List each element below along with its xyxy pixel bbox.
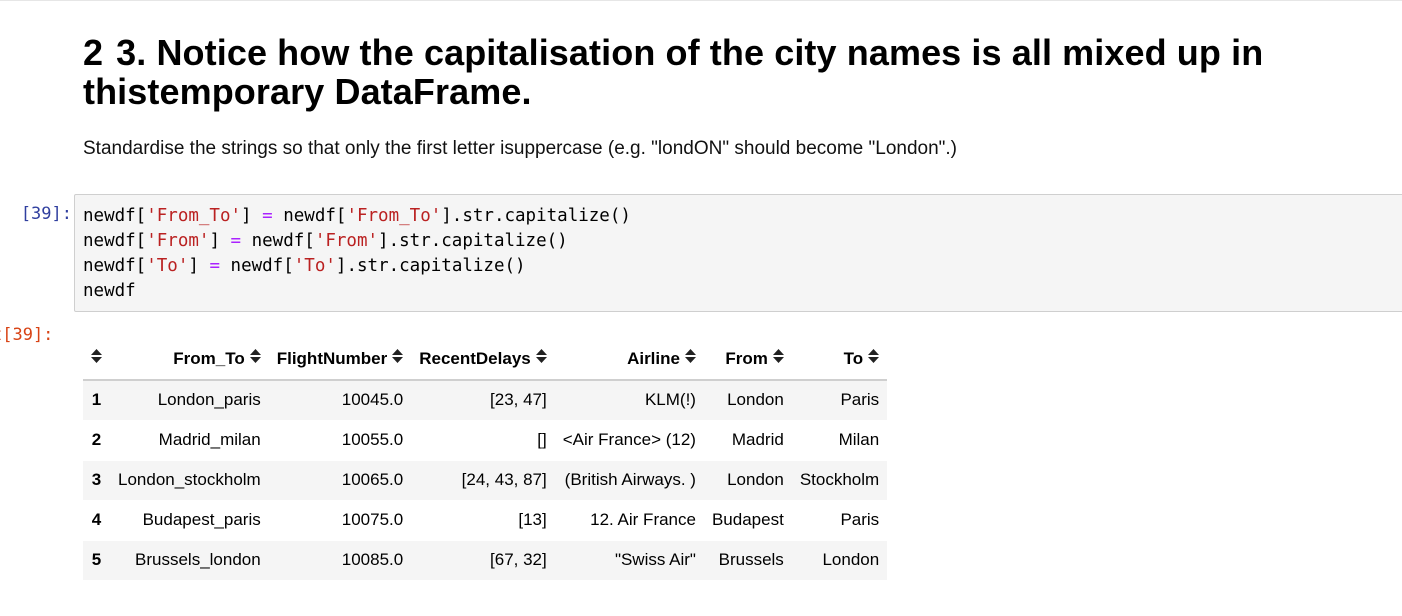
- markdown-paragraph: Standardise the strings so that only the…: [83, 138, 958, 159]
- column-header-from-to[interactable]: From_To: [110, 338, 269, 381]
- code-line: newdf: [83, 279, 631, 304]
- code-token: ].str.capitalize(): [378, 231, 568, 251]
- column-header-label: From_To: [173, 348, 245, 368]
- table-cell: []: [411, 420, 555, 461]
- table-cell: 10065.0: [268, 460, 412, 501]
- code-token: 'From_To': [346, 206, 442, 226]
- code-area[interactable]: newdf['From_To'] = newdf['From_To'].str.…: [83, 204, 631, 304]
- code-token: newdf[: [241, 231, 315, 251]
- row-index: 1: [83, 380, 110, 421]
- code-token: 'To': [146, 256, 189, 276]
- table-cell: London: [703, 460, 792, 501]
- column-header-airline[interactable]: Airline: [554, 338, 704, 381]
- code-token: newdf[: [272, 206, 347, 226]
- sort-updown-icon[interactable]: [392, 348, 404, 366]
- row-index: 4: [83, 500, 110, 541]
- column-header-label: To: [843, 348, 864, 368]
- table-cell: London: [791, 540, 888, 581]
- table-cell: [23, 47]: [411, 380, 555, 421]
- table-cell: 10045.0: [268, 380, 412, 421]
- table-cell: <Air France> (12): [554, 420, 704, 461]
- code-token: newdf: [83, 281, 136, 301]
- table-cell: Madrid: [703, 420, 792, 461]
- table-cell: Madrid_milan: [110, 420, 269, 461]
- code-token: ].str.capitalize(): [441, 206, 631, 226]
- code-token: 'From': [314, 231, 379, 251]
- sort-updown-icon[interactable]: [684, 348, 696, 366]
- table-row: 4 Budapest_paris 10075.0 [13] 12. Air France…: [83, 500, 888, 541]
- table-row: 2 Madrid_milan 10055.0[] <Air France> (12) M…: [83, 420, 888, 461]
- input-prompt: [39]:: [20, 204, 72, 224]
- heading-text: 3. Notice how the capitalisation of the …: [83, 32, 1264, 112]
- table-cell: Milan: [791, 420, 888, 461]
- table-row: 1 London_paris 10045.0 [23, 47] KLM(!) London…: [83, 380, 888, 421]
- column-header-recentdelays[interactable]: RecentDelays: [411, 338, 555, 381]
- code-line: newdf['From'] = newdf['From'].str.capita…: [83, 229, 631, 254]
- code-token: newdf[: [83, 256, 147, 276]
- code-token: =: [209, 256, 220, 276]
- table-cell: [24, 43, 87]: [411, 460, 555, 501]
- sort-updown-icon[interactable]: [868, 348, 880, 366]
- row-index: 2: [83, 420, 110, 461]
- markdown-heading: 2 3. Notice how the capitalisation of the…: [83, 33, 1383, 111]
- table-cell: Brussels: [703, 540, 792, 581]
- column-header-label: From: [725, 348, 768, 368]
- code-token: ]: [209, 231, 231, 251]
- code-token: ]: [241, 206, 263, 226]
- table-cell: "Swiss Air": [554, 540, 704, 581]
- table-cell: 10075.0: [268, 500, 412, 541]
- code-token: newdf[: [83, 231, 147, 251]
- sort-updown-icon[interactable]: [772, 348, 784, 366]
- table-header-row: From_To FlightNumber RecentDelays Airline Fr…: [83, 338, 888, 381]
- table-cell: Budapest: [703, 500, 792, 541]
- table-body: 1 London_paris 10045.0 [23, 47] KLM(!) London…: [83, 380, 888, 581]
- sort-updown-icon[interactable]: [535, 348, 547, 366]
- code-token: ]: [188, 256, 210, 276]
- table-cell: [67, 32]: [411, 540, 555, 581]
- table-cell: 12. Air France: [554, 500, 704, 541]
- table-cell: Paris: [791, 500, 888, 541]
- column-header-label: FlightNumber: [276, 348, 388, 368]
- column-header-flightnumber[interactable]: FlightNumber: [268, 338, 412, 381]
- index-header[interactable]: [83, 338, 110, 381]
- top-divider: [0, 0, 1402, 1]
- row-index: 5: [83, 540, 110, 581]
- table-cell: [13]: [411, 500, 555, 541]
- table-cell: Stockholm: [791, 460, 888, 501]
- sort-updown-icon[interactable]: [91, 348, 102, 366]
- heading-number: 2: [83, 32, 104, 73]
- table-cell: London_stockholm: [110, 460, 269, 501]
- table-cell: Budapest_paris: [110, 500, 269, 541]
- code-token: newdf[: [220, 256, 294, 276]
- table-cell: 10055.0: [268, 420, 412, 461]
- column-header-label: RecentDelays: [419, 348, 531, 368]
- table-cell: Brussels_london: [110, 540, 269, 581]
- code-token: ].str.capitalize(): [335, 256, 526, 276]
- code-token: 'From': [146, 231, 210, 251]
- column-header-to[interactable]: To: [791, 338, 888, 381]
- code-token: 'To': [293, 256, 336, 276]
- code-token: 'From_To': [146, 206, 242, 226]
- code-token: =: [230, 231, 242, 251]
- sort-updown-icon[interactable]: [249, 348, 261, 366]
- row-index: 3: [83, 460, 110, 501]
- table-cell: (British Airways. ): [554, 460, 704, 501]
- table-row: 3 London_stockholm 10065.0 [24, 43, 87] (Bri…: [83, 460, 888, 501]
- table-cell: Paris: [791, 380, 888, 421]
- code-cell-editor[interactable]: newdf['From_To'] = newdf['From_To'].str.…: [74, 194, 1402, 312]
- column-header-from[interactable]: From: [703, 338, 792, 381]
- output-prompt: t[39]:: [0, 325, 54, 345]
- table-cell: London_paris: [110, 380, 269, 421]
- table-cell: London: [703, 380, 792, 421]
- column-header-label: Airline: [627, 348, 680, 368]
- code-token: =: [262, 206, 273, 226]
- table-cell: KLM(!): [554, 380, 704, 421]
- table-cell: 10085.0: [268, 540, 412, 581]
- code-line: newdf['From_To'] = newdf['From_To'].str.…: [83, 204, 631, 229]
- dataframe-table: From_To FlightNumber RecentDelays Airline Fr…: [83, 338, 888, 581]
- code-token: newdf[: [83, 206, 147, 226]
- table-row: 5 Brussels_london 10085.0 [67, 32] "Swiss Ai…: [83, 540, 888, 581]
- code-line: newdf['To'] = newdf['To'].str.capitalize…: [83, 254, 631, 279]
